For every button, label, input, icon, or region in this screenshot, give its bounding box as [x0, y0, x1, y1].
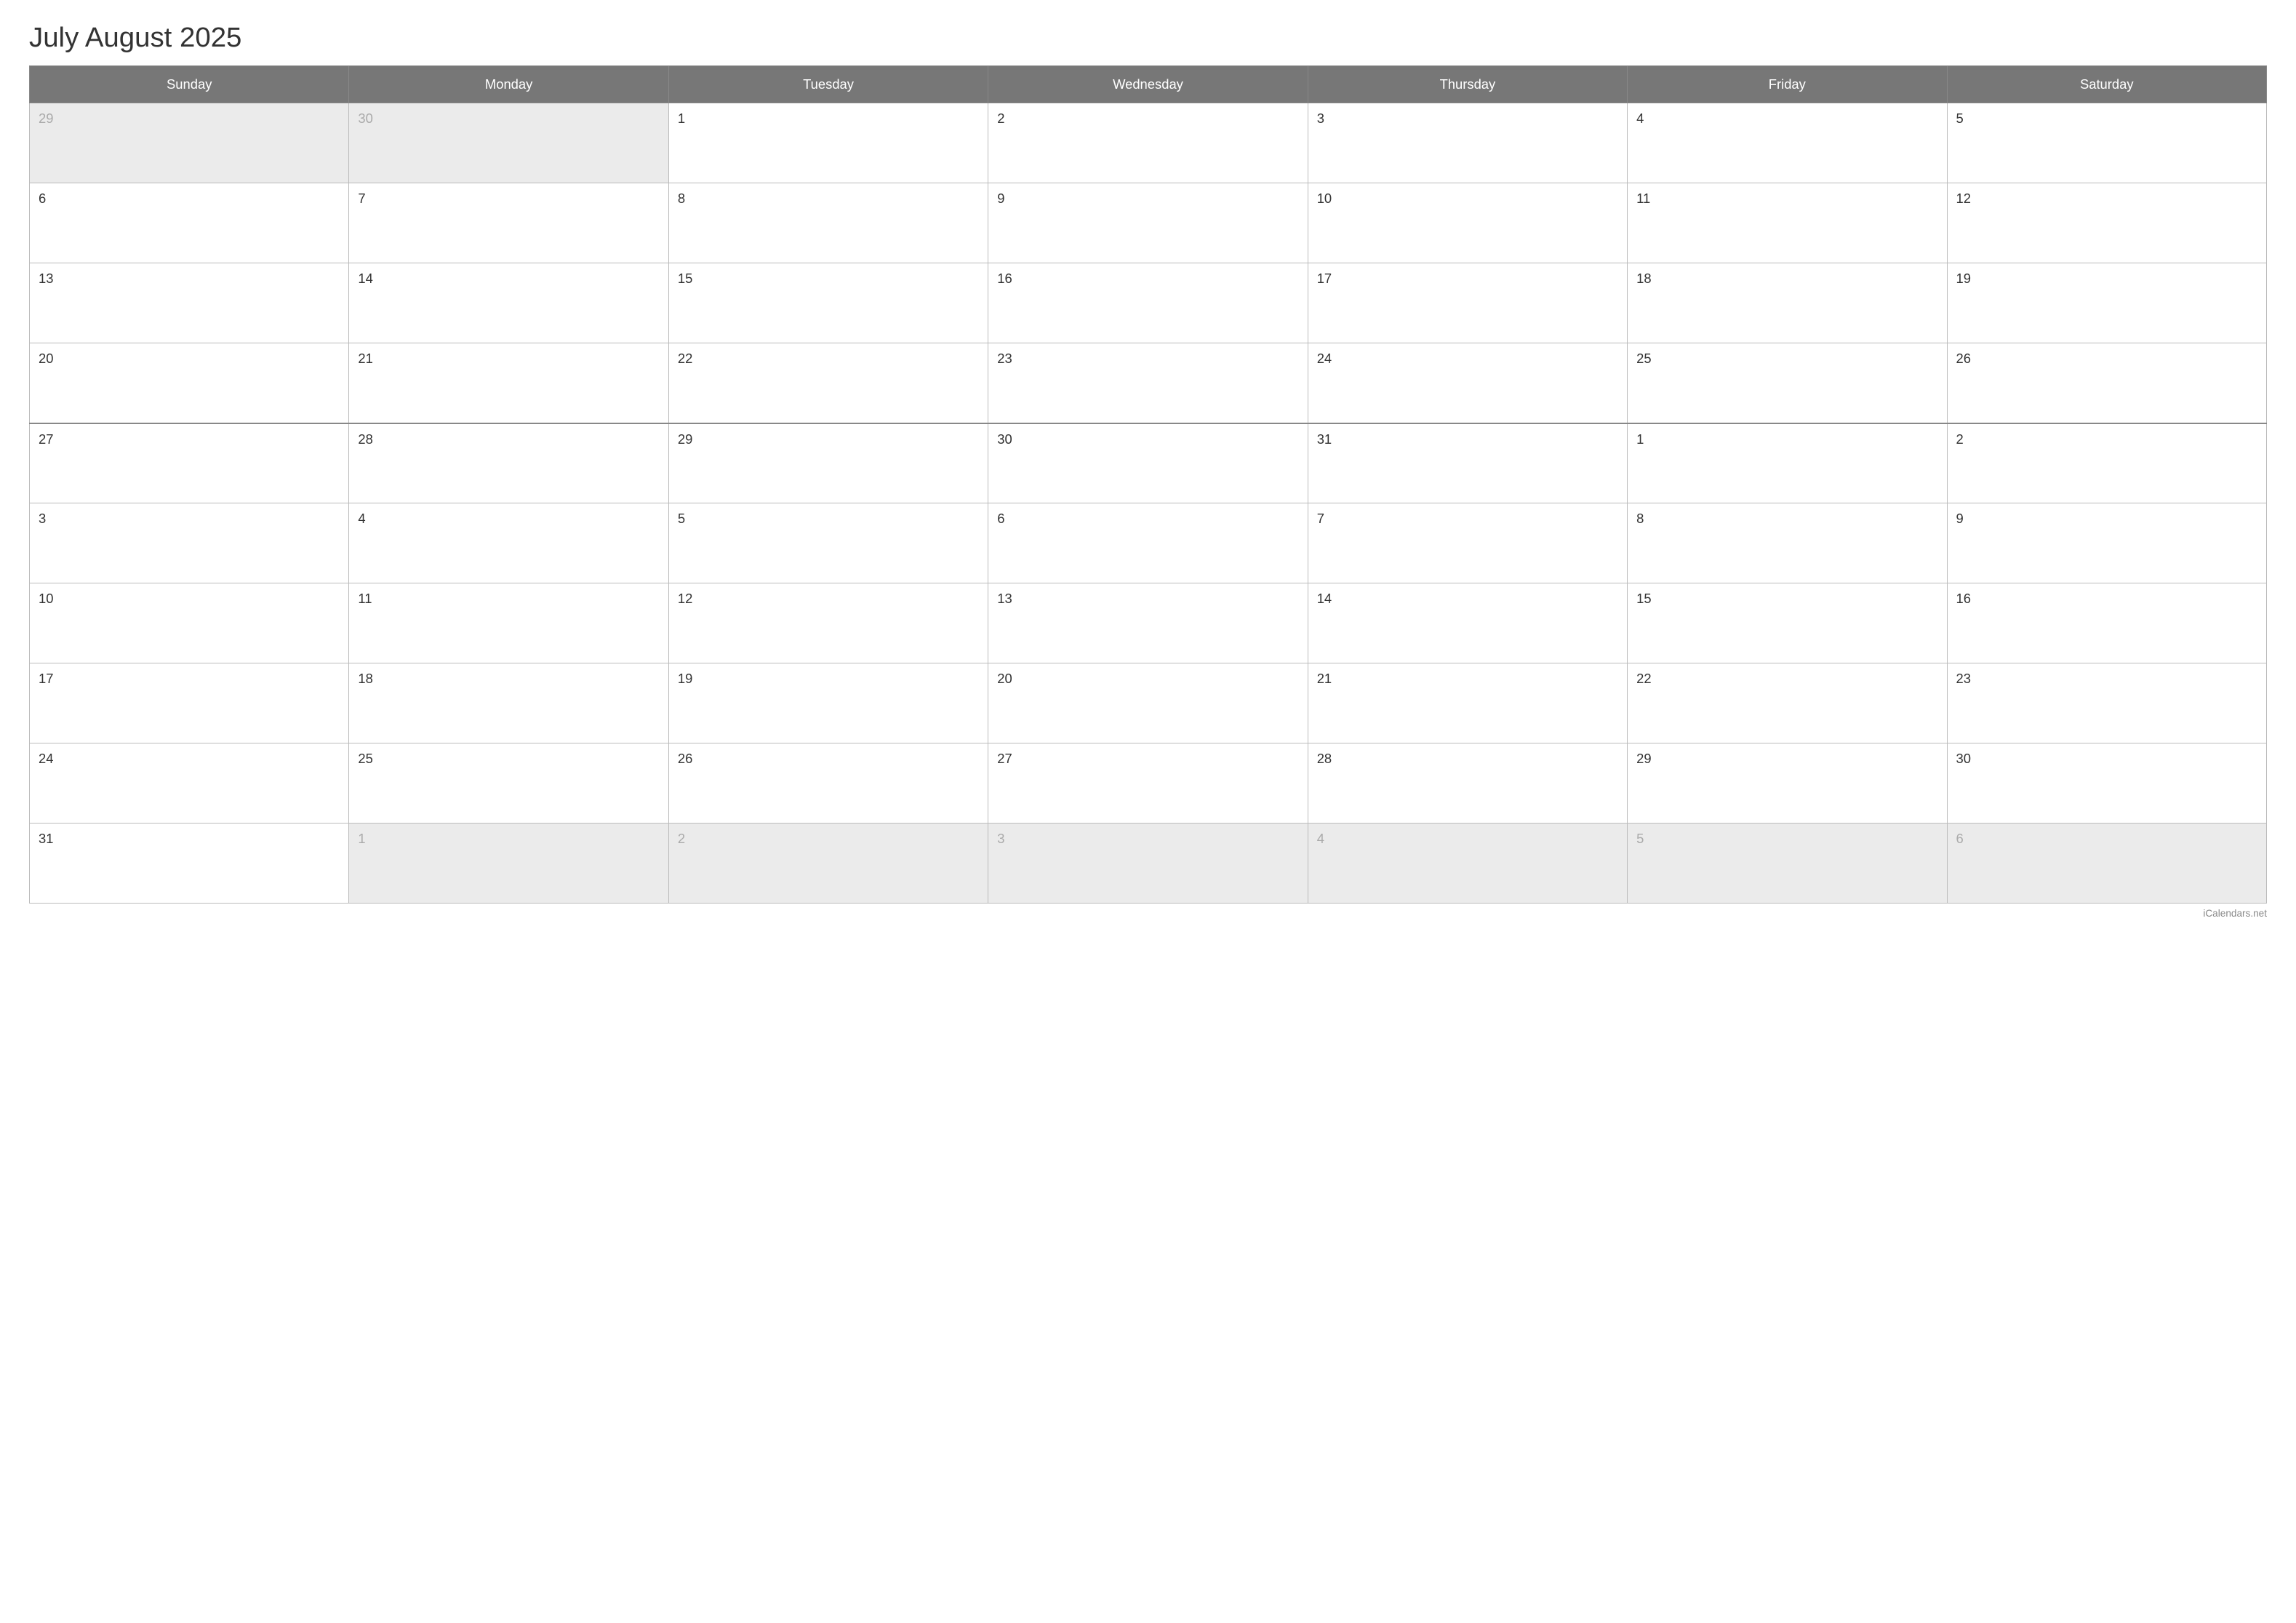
calendar-day-cell[interactable]: 30	[349, 103, 668, 183]
weekday-header-thursday: Thursday	[1308, 66, 1627, 103]
calendar-day-cell[interactable]: 1	[349, 824, 668, 904]
calendar-day-cell[interactable]: 4	[349, 503, 668, 583]
calendar-week-row: 24252627282930	[30, 743, 2267, 824]
calendar-day-cell[interactable]: 8	[668, 183, 988, 263]
page-title: July August 2025	[29, 22, 2267, 54]
calendar-day-cell[interactable]: 13	[30, 263, 349, 343]
calendar-day-cell[interactable]: 19	[668, 663, 988, 743]
calendar-day-cell[interactable]: 2	[988, 103, 1308, 183]
calendar-day-cell[interactable]: 31	[30, 824, 349, 904]
calendar-day-cell[interactable]: 4	[1628, 103, 1947, 183]
calendar-day-cell[interactable]: 17	[30, 663, 349, 743]
calendar-day-cell[interactable]: 29	[668, 423, 988, 503]
calendar-day-cell[interactable]: 29	[1628, 743, 1947, 824]
calendar-day-cell[interactable]: 7	[349, 183, 668, 263]
footer-text: iCalendars.net	[2203, 908, 2267, 919]
calendar-day-cell[interactable]: 30	[1947, 743, 2266, 824]
weekday-header-sunday: Sunday	[30, 66, 349, 103]
calendar-table: SundayMondayTuesdayWednesdayThursdayFrid…	[29, 65, 2267, 904]
calendar-week-row: 10111213141516	[30, 583, 2267, 663]
calendar-week-row: 6789101112	[30, 183, 2267, 263]
calendar-day-cell[interactable]: 3	[1308, 103, 1627, 183]
calendar-day-cell[interactable]: 13	[988, 583, 1308, 663]
calendar-day-cell[interactable]: 20	[988, 663, 1308, 743]
calendar-day-cell[interactable]: 19	[1947, 263, 2266, 343]
weekday-header-friday: Friday	[1628, 66, 1947, 103]
calendar-day-cell[interactable]: 24	[1308, 343, 1627, 423]
calendar-day-cell[interactable]: 7	[1308, 503, 1627, 583]
calendar-week-row: 3456789	[30, 503, 2267, 583]
calendar-day-cell[interactable]: 20	[30, 343, 349, 423]
calendar-day-cell[interactable]: 8	[1628, 503, 1947, 583]
calendar-day-cell[interactable]: 16	[988, 263, 1308, 343]
calendar-day-cell[interactable]: 12	[668, 583, 988, 663]
calendar-day-cell[interactable]: 26	[668, 743, 988, 824]
calendar-day-cell[interactable]: 24	[30, 743, 349, 824]
calendar-day-cell[interactable]: 1	[668, 103, 988, 183]
calendar-day-cell[interactable]: 10	[1308, 183, 1627, 263]
calendar-day-cell[interactable]: 10	[30, 583, 349, 663]
calendar-day-cell[interactable]: 14	[1308, 583, 1627, 663]
calendar-day-cell[interactable]: 4	[1308, 824, 1627, 904]
calendar-day-cell[interactable]: 15	[1628, 583, 1947, 663]
calendar-day-cell[interactable]: 28	[349, 423, 668, 503]
calendar-day-cell[interactable]: 6	[30, 183, 349, 263]
calendar-day-cell[interactable]: 9	[1947, 503, 2266, 583]
footer: iCalendars.net	[29, 908, 2267, 919]
calendar-day-cell[interactable]: 22	[668, 343, 988, 423]
calendar-day-cell[interactable]: 23	[1947, 663, 2266, 743]
calendar-week-row: 31123456	[30, 824, 2267, 904]
calendar-day-cell[interactable]: 27	[988, 743, 1308, 824]
weekday-header-tuesday: Tuesday	[668, 66, 988, 103]
calendar-week-row: 17181920212223	[30, 663, 2267, 743]
calendar-day-cell[interactable]: 5	[1947, 103, 2266, 183]
calendar-day-cell[interactable]: 11	[349, 583, 668, 663]
calendar-day-cell[interactable]: 18	[1628, 263, 1947, 343]
calendar-day-cell[interactable]: 5	[1628, 824, 1947, 904]
calendar-day-cell[interactable]: 1	[1628, 423, 1947, 503]
calendar-day-cell[interactable]: 28	[1308, 743, 1627, 824]
calendar-day-cell[interactable]: 23	[988, 343, 1308, 423]
calendar-day-cell[interactable]: 21	[349, 343, 668, 423]
calendar-day-cell[interactable]: 2	[1947, 423, 2266, 503]
calendar-week-row: 20212223242526	[30, 343, 2267, 423]
calendar-day-cell[interactable]: 18	[349, 663, 668, 743]
calendar-day-cell[interactable]: 30	[988, 423, 1308, 503]
calendar-day-cell[interactable]: 12	[1947, 183, 2266, 263]
calendar-day-cell[interactable]: 2	[668, 824, 988, 904]
calendar-day-cell[interactable]: 6	[988, 503, 1308, 583]
calendar-day-cell[interactable]: 5	[668, 503, 988, 583]
calendar-day-cell[interactable]: 22	[1628, 663, 1947, 743]
calendar-day-cell[interactable]: 21	[1308, 663, 1627, 743]
weekday-header-row: SundayMondayTuesdayWednesdayThursdayFrid…	[30, 66, 2267, 103]
calendar-day-cell[interactable]: 3	[30, 503, 349, 583]
calendar-day-cell[interactable]: 3	[988, 824, 1308, 904]
calendar-day-cell[interactable]: 6	[1947, 824, 2266, 904]
calendar-day-cell[interactable]: 11	[1628, 183, 1947, 263]
calendar-day-cell[interactable]: 27	[30, 423, 349, 503]
weekday-header-wednesday: Wednesday	[988, 66, 1308, 103]
calendar-day-cell[interactable]: 15	[668, 263, 988, 343]
calendar-day-cell[interactable]: 9	[988, 183, 1308, 263]
calendar-week-row: 293012345	[30, 103, 2267, 183]
calendar-week-row: 272829303112	[30, 423, 2267, 503]
calendar-day-cell[interactable]: 31	[1308, 423, 1627, 503]
calendar-day-cell[interactable]: 25	[1628, 343, 1947, 423]
calendar-day-cell[interactable]: 14	[349, 263, 668, 343]
calendar-week-row: 13141516171819	[30, 263, 2267, 343]
calendar-day-cell[interactable]: 26	[1947, 343, 2266, 423]
weekday-header-saturday: Saturday	[1947, 66, 2266, 103]
calendar-day-cell[interactable]: 17	[1308, 263, 1627, 343]
calendar-day-cell[interactable]: 16	[1947, 583, 2266, 663]
weekday-header-monday: Monday	[349, 66, 668, 103]
calendar-day-cell[interactable]: 29	[30, 103, 349, 183]
calendar-day-cell[interactable]: 25	[349, 743, 668, 824]
